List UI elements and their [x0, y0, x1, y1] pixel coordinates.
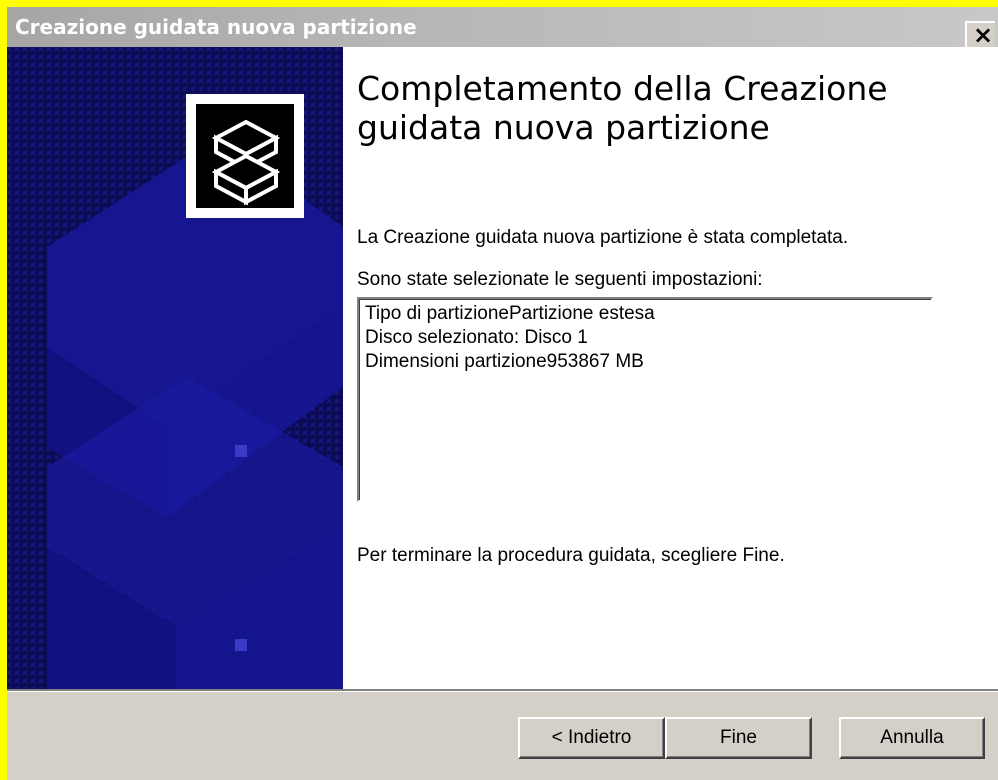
completed-message: La Creazione guidata nuova partizione è … — [357, 227, 849, 248]
title-bar[interactable]: Creazione guidata nuova partizione × — [7, 7, 998, 49]
page-title: Completamento della Creazione guidata nu… — [357, 69, 888, 147]
summary-line-disk: Disco selezionato: Disco 1 — [365, 327, 588, 348]
cancel-button[interactable]: Annulla — [839, 717, 985, 759]
finish-instructions: Per terminare la procedura guidata, sceg… — [357, 545, 785, 566]
finish-button[interactable]: Fine — [665, 717, 812, 759]
back-button[interactable]: < Indietro — [518, 717, 665, 759]
wizard-side-panel — [7, 47, 343, 689]
summary-line-type: Tipo di partizionePartizione estesa — [365, 303, 655, 324]
footer-separator — [7, 689, 998, 692]
close-button[interactable]: × — [965, 21, 995, 49]
stacked-disks-icon — [196, 104, 294, 208]
settings-label: Sono state selezionate le seguenti impos… — [357, 269, 763, 290]
close-icon: × — [973, 21, 994, 49]
window-title: Creazione guidata nuova partizione — [15, 15, 417, 39]
wizard-logo — [186, 94, 304, 218]
settings-summary-box[interactable]: Tipo di partizionePartizione estesa Disc… — [357, 297, 933, 502]
summary-line-size: Dimensioni partizione953867 MB — [365, 351, 644, 372]
wizard-content: Completamento della Creazione guidata nu… — [7, 47, 998, 689]
wizard-window: Creazione guidata nuova partizione × Com… — [7, 7, 998, 780]
